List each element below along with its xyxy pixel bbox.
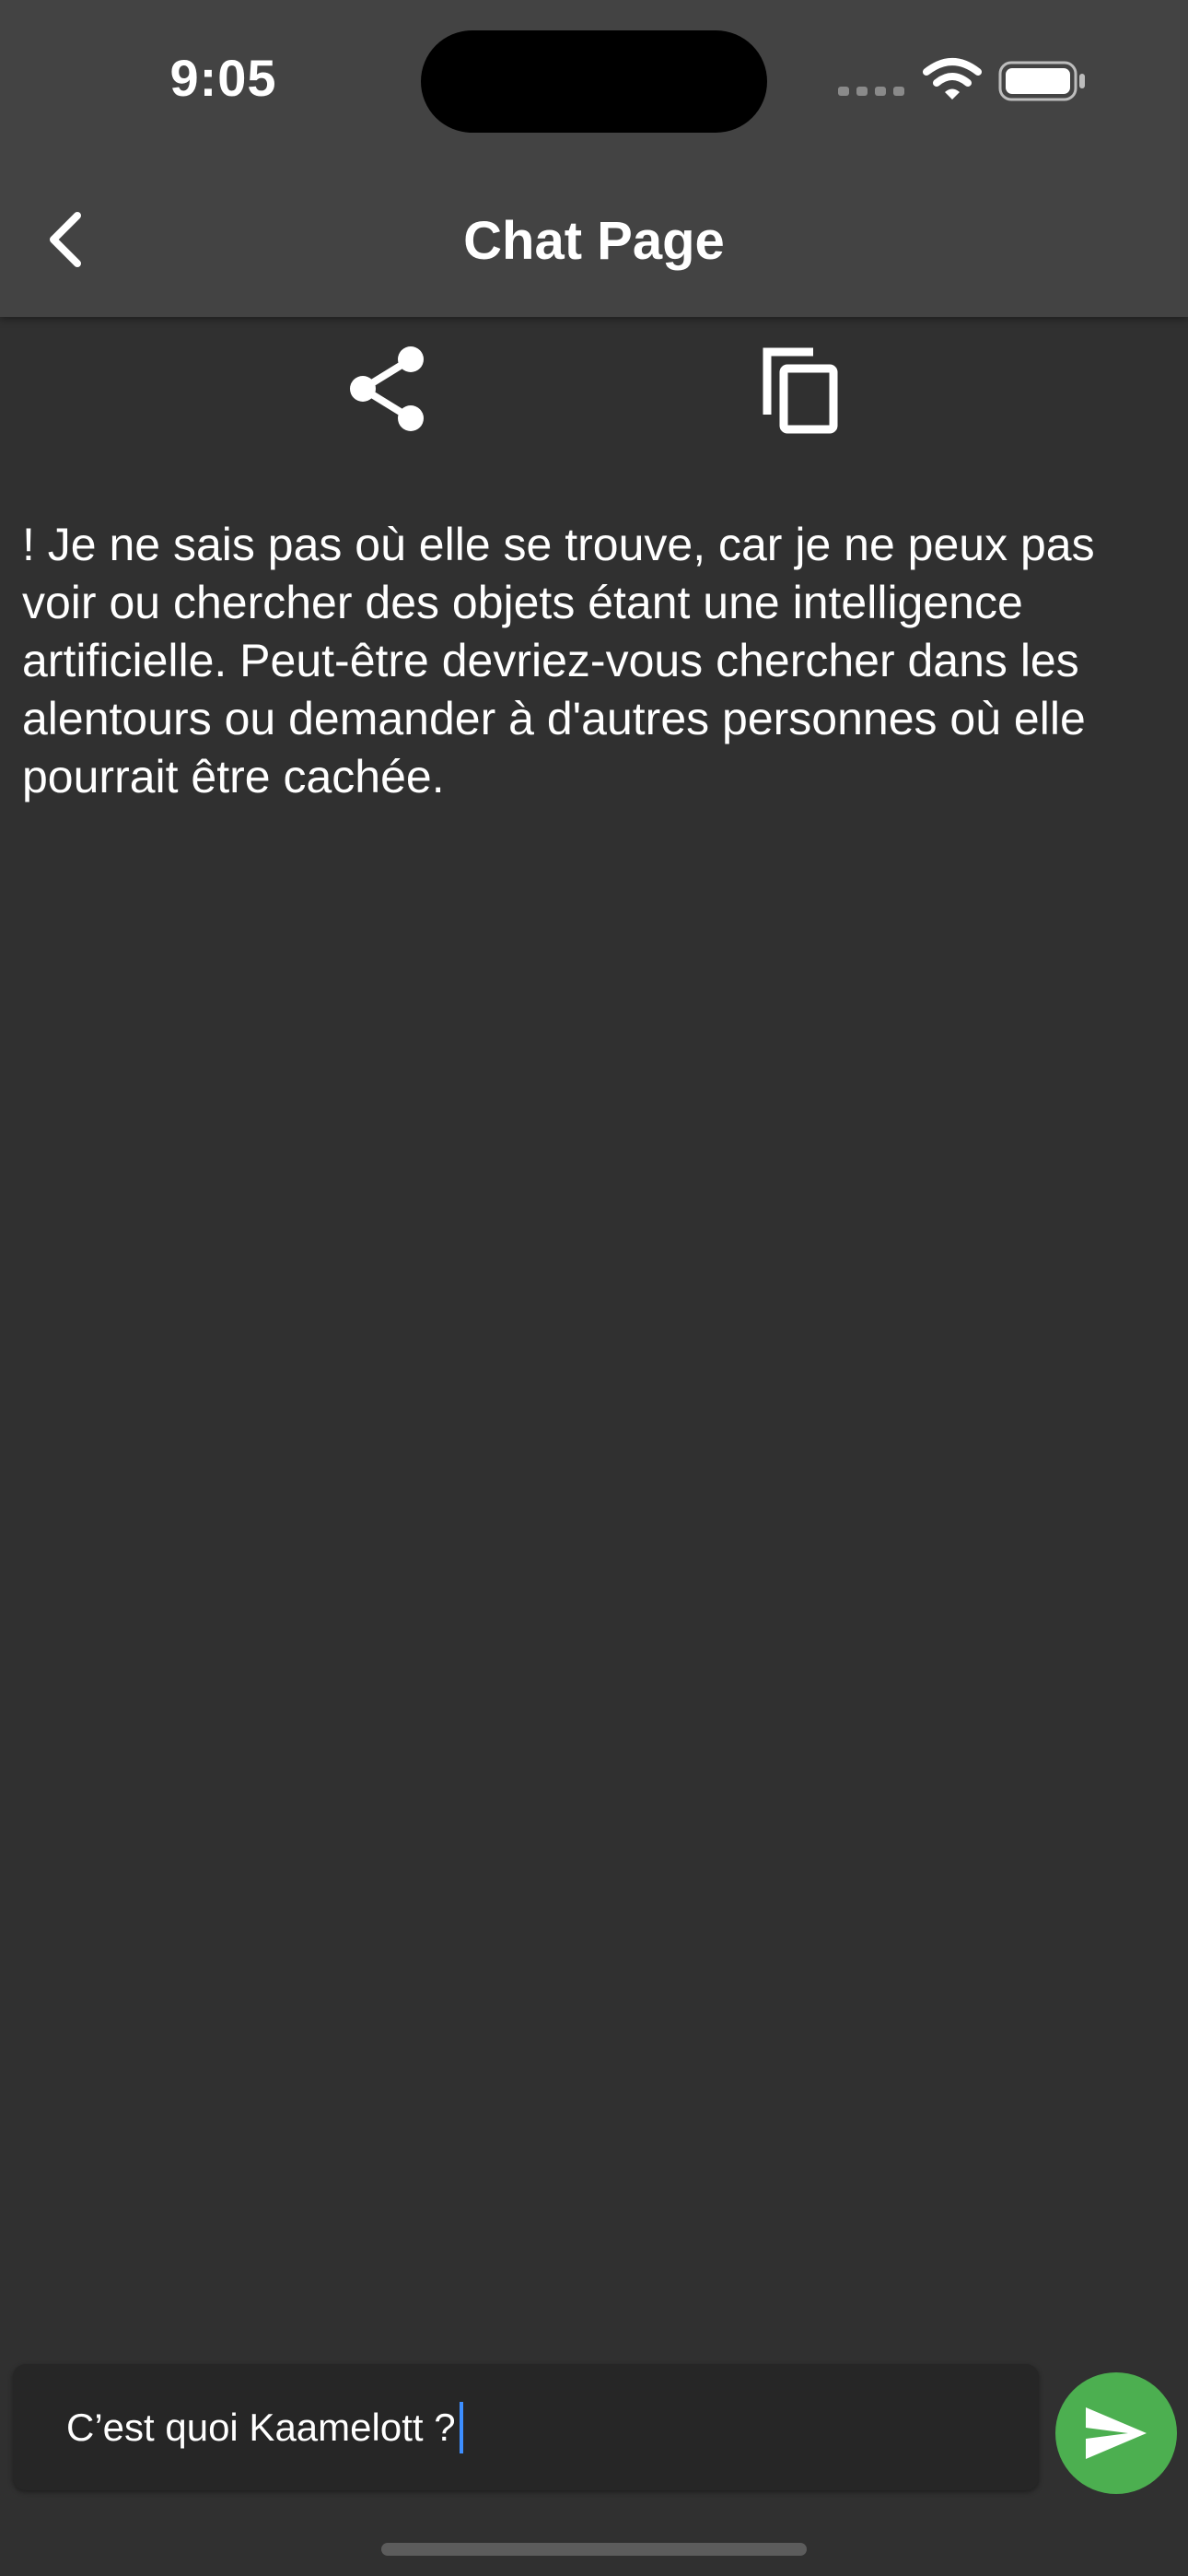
status-time: 9:05 (169, 49, 277, 107)
dynamic-island (421, 30, 767, 133)
message-input-value: C’est quoi Kaamelott ? (66, 2405, 456, 2449)
copy-button[interactable] (744, 334, 855, 444)
send-icon (1086, 2407, 1147, 2459)
home-indicator (381, 2543, 807, 2556)
battery-icon (998, 61, 1085, 101)
status-icons (838, 52, 1087, 107)
page-title: Chat Page (463, 211, 725, 271)
signal-icon (838, 87, 904, 96)
wifi-icon (923, 58, 982, 100)
copy-icon (763, 347, 838, 434)
assistant-message: ! Je ne sais pas où elle se trouve, car … (22, 519, 1095, 802)
app-header: 9:05 Chat Page (0, 0, 1188, 317)
text-caret (459, 2401, 463, 2453)
share-icon (350, 346, 424, 431)
send-button[interactable] (1055, 2372, 1177, 2494)
message-input[interactable]: C’est quoi Kaamelott ? (66, 2364, 463, 2490)
message-composer[interactable]: C’est quoi Kaamelott ? (13, 2364, 1039, 2490)
share-button[interactable] (332, 334, 442, 444)
